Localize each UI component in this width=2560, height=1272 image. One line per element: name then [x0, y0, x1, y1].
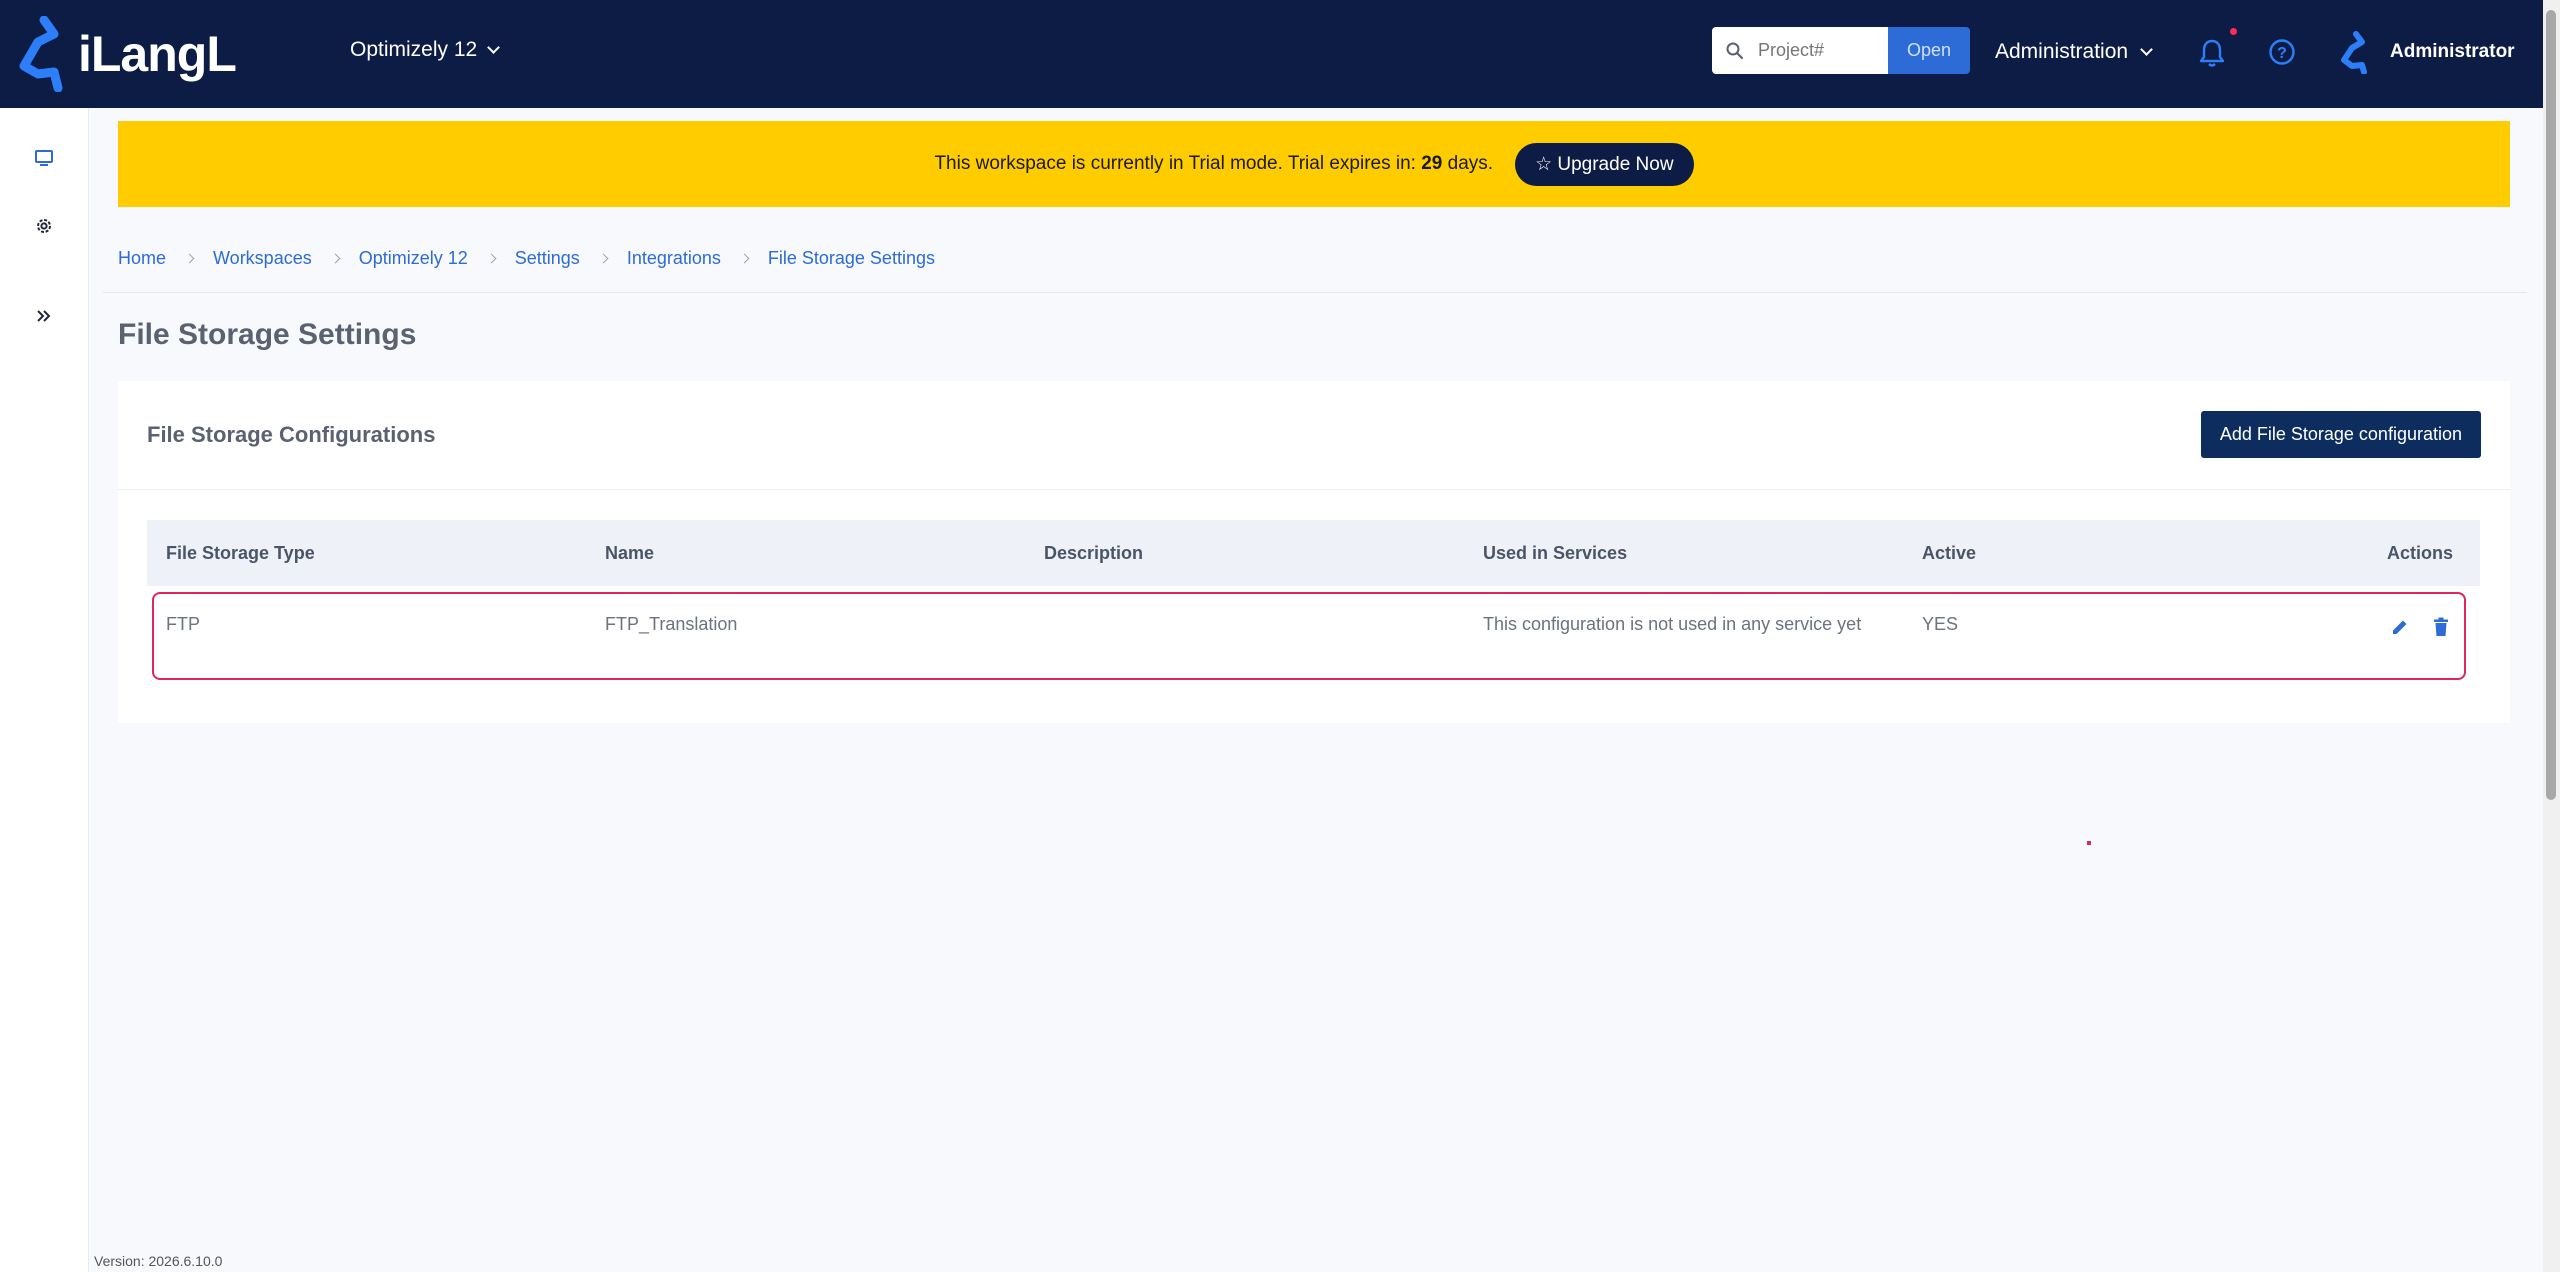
- breadcrumb-file-storage-settings[interactable]: File Storage Settings: [768, 248, 935, 269]
- column-header-active[interactable]: Active: [1903, 543, 2333, 564]
- chevron-right-icon: [739, 253, 750, 264]
- help-icon: ?: [2269, 39, 2295, 65]
- bell-icon: [2199, 39, 2225, 67]
- sidebar-expand[interactable]: [32, 304, 56, 328]
- pencil-icon: [2393, 620, 2407, 634]
- project-search-input[interactable]: [1758, 40, 1878, 61]
- upgrade-now-button[interactable]: ☆ Upgrade Now: [1515, 142, 1694, 186]
- column-header-name[interactable]: Name: [586, 543, 1025, 564]
- search-icon: [1726, 42, 1744, 59]
- app-logo[interactable]: iLangL: [14, 16, 237, 92]
- trial-days: 29: [1421, 153, 1443, 174]
- trial-message: This workspace is currently in Trial mod…: [934, 153, 1493, 175]
- double-chevron-right-icon: [37, 310, 51, 322]
- notification-badge: [2230, 28, 2237, 35]
- administration-menu[interactable]: Administration: [1995, 40, 2153, 64]
- breadcrumb-workspaces[interactable]: Workspaces: [213, 248, 312, 269]
- user-menu[interactable]: Administrator: [2336, 30, 2515, 74]
- file-storage-table: File Storage Type Name Description Used …: [147, 520, 2480, 680]
- trial-text-suffix: days.: [1442, 153, 1494, 174]
- left-sidebar: [0, 108, 89, 1272]
- table-header: File Storage Type Name Description Used …: [147, 520, 2480, 586]
- cell-name: FTP_Translation: [605, 614, 738, 634]
- open-project-button[interactable]: Open: [1888, 27, 1970, 74]
- cell-active: YES: [1922, 614, 1959, 634]
- user-avatar-icon: [2341, 31, 2367, 74]
- chevron-right-icon: [184, 253, 195, 264]
- gear-icon: [37, 219, 51, 233]
- chevron-right-icon: [598, 253, 609, 264]
- row-highlight-outline: [152, 592, 2466, 680]
- file-storage-card: File Storage Configurations Add File Sto…: [118, 381, 2510, 723]
- cell-type: FTP: [166, 614, 200, 634]
- breadcrumb-settings[interactable]: Settings: [515, 248, 580, 269]
- column-header-type[interactable]: File Storage Type: [147, 543, 586, 564]
- workspace-selector[interactable]: Optimizely 12: [350, 38, 501, 62]
- breadcrumb-workspace[interactable]: Optimizely 12: [359, 248, 468, 269]
- notifications-bell[interactable]: [2198, 38, 2226, 73]
- svg-text:?: ?: [2277, 45, 2287, 62]
- administration-label: Administration: [1995, 40, 2129, 63]
- sidebar-settings[interactable]: [32, 214, 56, 238]
- breadcrumb-integrations[interactable]: Integrations: [627, 248, 721, 269]
- add-file-storage-button[interactable]: Add File Storage configuration: [2200, 411, 2481, 458]
- logo-text: iLangL: [78, 26, 237, 82]
- project-search: [1712, 27, 1888, 74]
- card-title: File Storage Configurations: [147, 422, 436, 447]
- app-version: Version: 2026.6.10.0: [94, 1253, 223, 1269]
- table-row[interactable]: FTP FTP_Translation This configuration i…: [147, 586, 2480, 680]
- sidebar-dashboard[interactable]: [32, 146, 56, 170]
- chevron-right-icon: [330, 253, 341, 264]
- chevron-down-icon: [487, 41, 501, 54]
- column-header-actions: Actions: [2386, 542, 2453, 563]
- trial-text: This workspace is currently in Trial mod…: [934, 153, 1422, 174]
- breadcrumb-divider: [103, 292, 2527, 293]
- page-title: File Storage Settings: [118, 318, 417, 351]
- cell-actions: [2333, 617, 2480, 642]
- delete-button[interactable]: [2432, 617, 2450, 642]
- user-name: Administrator: [2390, 41, 2515, 62]
- breadcrumb-home[interactable]: Home: [118, 248, 166, 269]
- breadcrumb: Home Workspaces Optimizely 12 Settings I…: [118, 248, 935, 269]
- column-header-description[interactable]: Description: [1025, 543, 1464, 564]
- cell-used-in-services: This configuration is not used in any se…: [1483, 614, 1862, 634]
- workspace-name: Optimizely 12: [350, 38, 478, 61]
- scrollbar-thumb[interactable]: [2546, 10, 2556, 800]
- top-navigation-bar: iLangL Optimizely 12 Open Administration…: [0, 0, 2543, 108]
- trial-banner: This workspace is currently in Trial mod…: [118, 121, 2510, 207]
- card-divider: [118, 489, 2510, 490]
- column-header-used-in-services[interactable]: Used in Services: [1464, 543, 1903, 564]
- edit-button[interactable]: [2390, 617, 2410, 642]
- help-button[interactable]: ?: [2268, 38, 2296, 71]
- chevron-right-icon: [486, 253, 497, 264]
- cursor-marker: [2087, 841, 2091, 845]
- monitor-icon: [35, 150, 53, 166]
- ilangl-logo-icon: [19, 16, 63, 92]
- chevron-down-icon: [2140, 43, 2153, 56]
- trash-icon: [2434, 617, 2448, 636]
